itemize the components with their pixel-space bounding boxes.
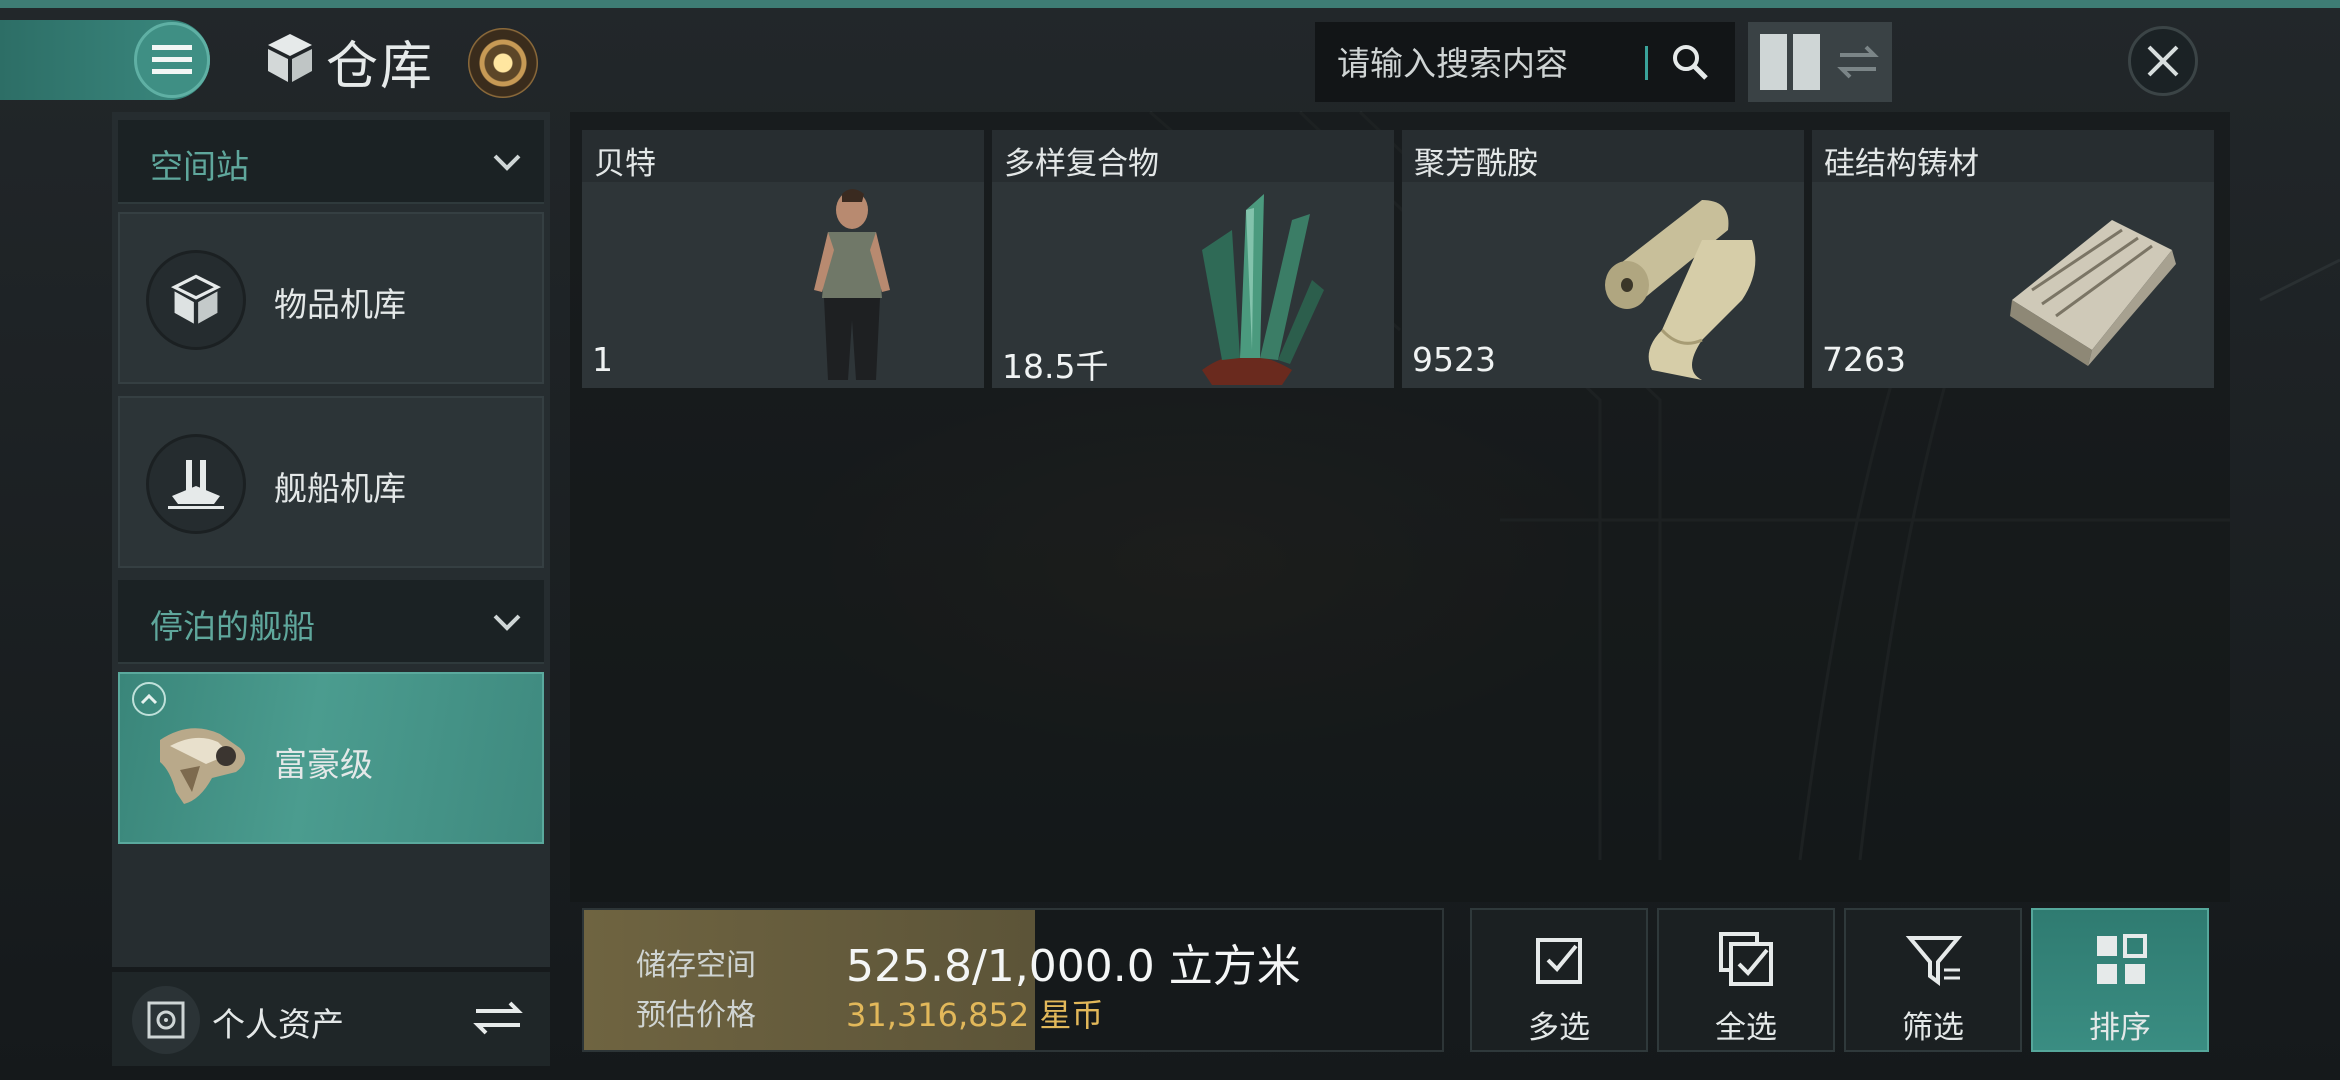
checkbox-icon — [1536, 938, 1582, 984]
page-title: 仓库 — [326, 37, 435, 97]
item-quantity: 7263 — [1822, 340, 1906, 379]
select-all-button[interactable]: 全选 — [1657, 908, 1835, 1052]
sidebar-item-item-hangar[interactable]: 物品机库 — [118, 212, 544, 384]
sidebar-item-label: 舰船机库 — [274, 469, 406, 508]
sidebar-item-ship-hangar[interactable]: 舰船机库 — [118, 396, 544, 568]
storage-value: 525.8/1,000.0 立方米 — [846, 941, 1301, 992]
section-label: 停泊的舰船 — [150, 607, 315, 646]
search-divider — [1645, 46, 1648, 80]
search-input[interactable] — [1335, 22, 1639, 104]
chevron-down-icon — [493, 154, 521, 171]
storage-capacity-bar: 储存空间 预估价格 525.8/1,000.0 立方米 31,316,852 星… — [582, 908, 1444, 1052]
multi-select-button[interactable]: 多选 — [1470, 908, 1648, 1052]
section-docked-ships[interactable]: 停泊的舰船 — [118, 580, 544, 664]
sidebar: 空间站 物品机库 舰船机库 停泊的舰船 富豪级 — [112, 112, 550, 967]
personal-assets-bar[interactable]: 个人资产 — [112, 972, 550, 1066]
action-label: 筛选 — [1902, 1010, 1964, 1046]
action-label: 全选 — [1715, 1010, 1777, 1046]
close-button[interactable] — [2128, 26, 2198, 96]
fabric-roll-icon — [1605, 200, 1756, 380]
item-card[interactable]: 聚芳酰胺 9523 — [1402, 130, 1804, 388]
top-accent-line — [0, 0, 2340, 8]
menu-button[interactable] — [134, 22, 210, 98]
cube-icon — [170, 274, 222, 324]
search-button[interactable] — [1660, 34, 1720, 90]
sort-button[interactable]: 排序 — [2031, 908, 2209, 1052]
personal-assets-label: 个人资产 — [212, 1005, 344, 1044]
swap-arrows-icon[interactable] — [470, 994, 526, 1042]
sidebar-item-label: 富豪级 — [274, 745, 373, 784]
item-quantity: 18.5千 — [1002, 347, 1109, 386]
close-icon — [2147, 45, 2179, 77]
swap-arrows-icon — [1837, 45, 1879, 79]
ship-icon — [160, 728, 246, 804]
item-quantity: 1 — [592, 340, 613, 379]
hamburger-icon — [152, 45, 192, 74]
item-name: 聚芳酰胺 — [1414, 146, 1538, 182]
station-badge-icon[interactable] — [468, 28, 538, 98]
section-station[interactable]: 空间站 — [118, 120, 544, 204]
ship-hangar-icon — [168, 460, 224, 509]
grid-view-icon — [1760, 34, 1787, 90]
item-quantity: 9523 — [1412, 340, 1496, 379]
safe-icon — [147, 1001, 185, 1039]
item-card[interactable]: 贝特 1 — [582, 130, 984, 388]
grid-view-button[interactable] — [1760, 34, 1820, 90]
item-name: 硅结构铸材 — [1824, 146, 1979, 182]
price-value: 31,316,852 星币 — [846, 996, 1104, 1034]
action-label: 多选 — [1528, 1010, 1590, 1046]
sidebar-item-label: 物品机库 — [274, 285, 406, 324]
cube-icon — [268, 34, 312, 82]
item-card[interactable]: 硅结构铸材 7263 — [1812, 130, 2214, 388]
action-label: 排序 — [2089, 1010, 2151, 1046]
filter-button[interactable]: 筛选 — [1844, 908, 2022, 1052]
filter-icon — [1905, 936, 1963, 986]
chevron-down-icon — [493, 614, 521, 631]
storage-label: 储存空间 — [636, 948, 756, 983]
search-box — [1315, 22, 1735, 104]
search-icon — [1673, 45, 1708, 80]
sort-grid-icon — [2097, 934, 2147, 984]
select-all-icon — [1719, 932, 1773, 986]
crystal-icon — [1202, 194, 1324, 385]
item-name: 贝特 — [594, 146, 656, 182]
view-toggle — [1748, 22, 1892, 102]
price-label: 预估价格 — [636, 998, 756, 1033]
sidebar-item-ship[interactable]: 富豪级 — [118, 672, 544, 844]
item-card[interactable]: 多样复合物 18.5千 — [992, 130, 1394, 388]
list-view-button[interactable] — [1830, 34, 1886, 90]
item-name: 多样复合物 — [1004, 146, 1159, 182]
section-label: 空间站 — [150, 147, 249, 186]
character-icon — [814, 189, 890, 380]
silicate-slab-icon — [2010, 220, 2176, 366]
